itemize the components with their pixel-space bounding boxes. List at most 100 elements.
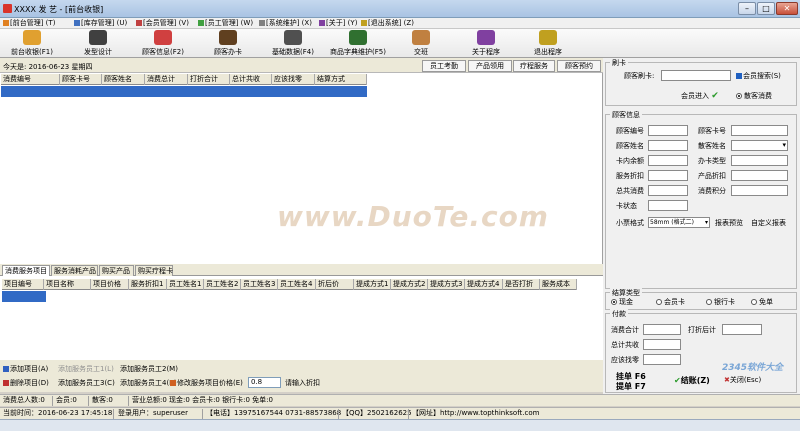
toolbar-cashier-button[interactable]: 前台收银(F1): [6, 29, 58, 57]
service-discount-field[interactable]: [648, 170, 688, 181]
swipe-card-group: 刷卡 顾客刷卡: 会员搜索(S) 会员进入 ✔ 散客消费: [605, 58, 797, 106]
tab-buy-treatment-card[interactable]: 购买疗程卡: [135, 265, 173, 276]
settle-bank-card-radio[interactable]: 银行卡: [706, 298, 735, 307]
delete-item-button[interactable]: 删除项目(D): [3, 379, 49, 388]
add-staff4-button[interactable]: 添加服务员工4(B): [120, 379, 177, 388]
settlement-type-group: 结算类型 现金 会员卡 银行卡 免单: [605, 288, 797, 310]
column-header[interactable]: 顾客卡号: [60, 74, 102, 85]
customer-appointment-button[interactable]: 顾客预约: [557, 60, 601, 72]
column-header[interactable]: 提成方式4: [465, 279, 503, 290]
customer-info-group: 顾客信息 顾客编号 顾客卡号 顾客姓名 散客姓名 ▾ 卡内余额 办卡类型 服务折…: [605, 110, 797, 289]
total-field[interactable]: [643, 324, 681, 335]
add-staff3-button[interactable]: 添加服务员工3(C): [58, 379, 115, 388]
column-header[interactable]: 服务折扣1: [129, 279, 167, 290]
card-status-field[interactable]: [648, 200, 688, 211]
column-header[interactable]: 员工姓名1: [167, 279, 204, 290]
column-header[interactable]: 消费编号: [1, 74, 60, 85]
settle-member-card-radio[interactable]: 会员卡: [656, 298, 685, 307]
menu-system[interactable]: [系统维护] (X): [259, 19, 312, 28]
handshake-icon: [412, 30, 430, 45]
custom-report-button[interactable]: 自定义报表: [751, 219, 786, 228]
website-info: 【网址】http://www.topthinksoft.com: [412, 409, 540, 417]
column-header[interactable]: 项目编号: [2, 279, 44, 290]
column-header[interactable]: 员工姓名3: [241, 279, 278, 290]
menu-staff[interactable]: [员工管理] (W): [198, 19, 253, 28]
column-header[interactable]: 打折合计: [188, 74, 230, 85]
modify-price-button[interactable]: 修改服务项目价格(E): [170, 379, 243, 388]
toolbar-card-button[interactable]: 顾客办卡: [202, 29, 254, 57]
current-time: 当前时间：2016-06-23 17:45:18: [3, 409, 113, 417]
column-header[interactable]: 总计共收: [230, 74, 272, 85]
customer-name-field[interactable]: [648, 140, 688, 151]
toolbar-shift-button[interactable]: 交班: [398, 29, 444, 57]
toolbar-exit-button[interactable]: 退出程序: [522, 29, 574, 57]
column-header[interactable]: 是否打折: [503, 279, 540, 290]
column-header[interactable]: 服务成本: [540, 279, 577, 290]
product-discount-field[interactable]: [731, 170, 788, 181]
service-controls: 添加项目(A) 添加服务员工1(L) 添加服务员工2(M) 删除项目(D) 添加…: [0, 360, 603, 392]
points-field[interactable]: [731, 185, 788, 196]
toolbar-basic-data-button[interactable]: 基础数据(F4): [266, 29, 320, 57]
staff-attendance-button[interactable]: 员工考勤: [422, 60, 466, 72]
total-collect-field[interactable]: [643, 339, 681, 350]
customer-id-label: 顾客编号: [616, 127, 644, 135]
status-separator: [88, 396, 89, 406]
add-staff1-button[interactable]: 添加服务员工1(L): [58, 365, 114, 374]
column-header[interactable]: 员工姓名2: [204, 279, 241, 290]
customer-id-field[interactable]: [648, 125, 688, 136]
receipt-format-select[interactable]: 58mm (格式二) ▾: [648, 217, 710, 228]
hang-order-button[interactable]: 挂单 F6: [616, 372, 646, 381]
after-discount-field[interactable]: [722, 324, 762, 335]
table-row[interactable]: [2, 291, 46, 302]
column-header[interactable]: 提成方式3: [428, 279, 465, 290]
menu-members[interactable]: [会员管理] (V): [136, 19, 189, 28]
checkout-button[interactable]: ✔结账(Z): [674, 376, 710, 385]
change-field[interactable]: [643, 354, 681, 365]
close-panel-button[interactable]: ✖关闭(Esc): [724, 376, 761, 385]
tab-buy-products[interactable]: 购买产品: [99, 265, 134, 276]
menu-inventory[interactable]: [库存管理] (U): [74, 19, 127, 28]
balance-field[interactable]: [648, 155, 688, 166]
toolbar-customer-info-button[interactable]: 顾客信息(F2): [137, 29, 189, 57]
status-separator: [113, 409, 114, 419]
column-header[interactable]: 折后价: [316, 279, 354, 290]
swipe-card-input[interactable]: [661, 70, 731, 81]
menu-exit[interactable]: [退出系统] (Z): [361, 19, 414, 28]
menu-front-desk[interactable]: [前台管理] (T): [3, 19, 55, 28]
toolbar-dictionary-button[interactable]: 商品字典维护(F5): [326, 29, 390, 57]
discount-input[interactable]: 0.8: [248, 377, 281, 388]
column-header[interactable]: 顾客姓名: [102, 74, 145, 85]
get-order-button[interactable]: 提单 F7: [616, 382, 646, 391]
column-header[interactable]: 项目价格: [91, 279, 129, 290]
toolbar-hair-design-button[interactable]: 发型设计: [72, 29, 124, 57]
settle-free-radio[interactable]: 免单: [751, 298, 773, 307]
close-button[interactable]: ✕: [776, 2, 798, 15]
column-header[interactable]: 员工姓名4: [278, 279, 316, 290]
column-header[interactable]: 消费总计: [145, 74, 188, 85]
treatment-service-button[interactable]: 疗程服务: [513, 60, 555, 72]
add-staff2-button[interactable]: 添加服务员工2(M): [120, 365, 178, 374]
add-item-button[interactable]: 添加项目(A): [3, 365, 48, 374]
walk-in-radio[interactable]: 散客消费: [736, 92, 772, 101]
member-enter-button[interactable]: 会员进入 ✔: [681, 92, 719, 101]
report-preview-button[interactable]: 报表预览: [715, 219, 743, 228]
menu-about[interactable]: [关于] (Y): [319, 19, 357, 28]
checkmark-icon: ✔: [674, 376, 681, 385]
toolbar-about-button[interactable]: 关于程序: [460, 29, 512, 57]
column-header[interactable]: 提成方式2: [391, 279, 428, 290]
card-number-field[interactable]: [731, 125, 788, 136]
member-search-button[interactable]: 会员搜索(S): [736, 72, 781, 81]
tab-service-products[interactable]: 服务消耗产品: [51, 265, 98, 276]
maximize-button[interactable]: □: [757, 2, 775, 15]
table-row[interactable]: [1, 86, 367, 97]
product-use-button[interactable]: 产品领用: [468, 60, 512, 72]
column-header[interactable]: 结算方式: [315, 74, 367, 85]
column-header[interactable]: 应该找零: [272, 74, 315, 85]
walkin-name-select[interactable]: ▾: [731, 140, 788, 151]
minimize-button[interactable]: –: [738, 2, 756, 15]
settle-cash-radio[interactable]: 现金: [611, 298, 633, 307]
column-header[interactable]: 提成方式1: [354, 279, 391, 290]
card-type-field[interactable]: [731, 155, 788, 166]
column-header[interactable]: 项目名称: [44, 279, 91, 290]
total-consume-field[interactable]: [648, 185, 688, 196]
